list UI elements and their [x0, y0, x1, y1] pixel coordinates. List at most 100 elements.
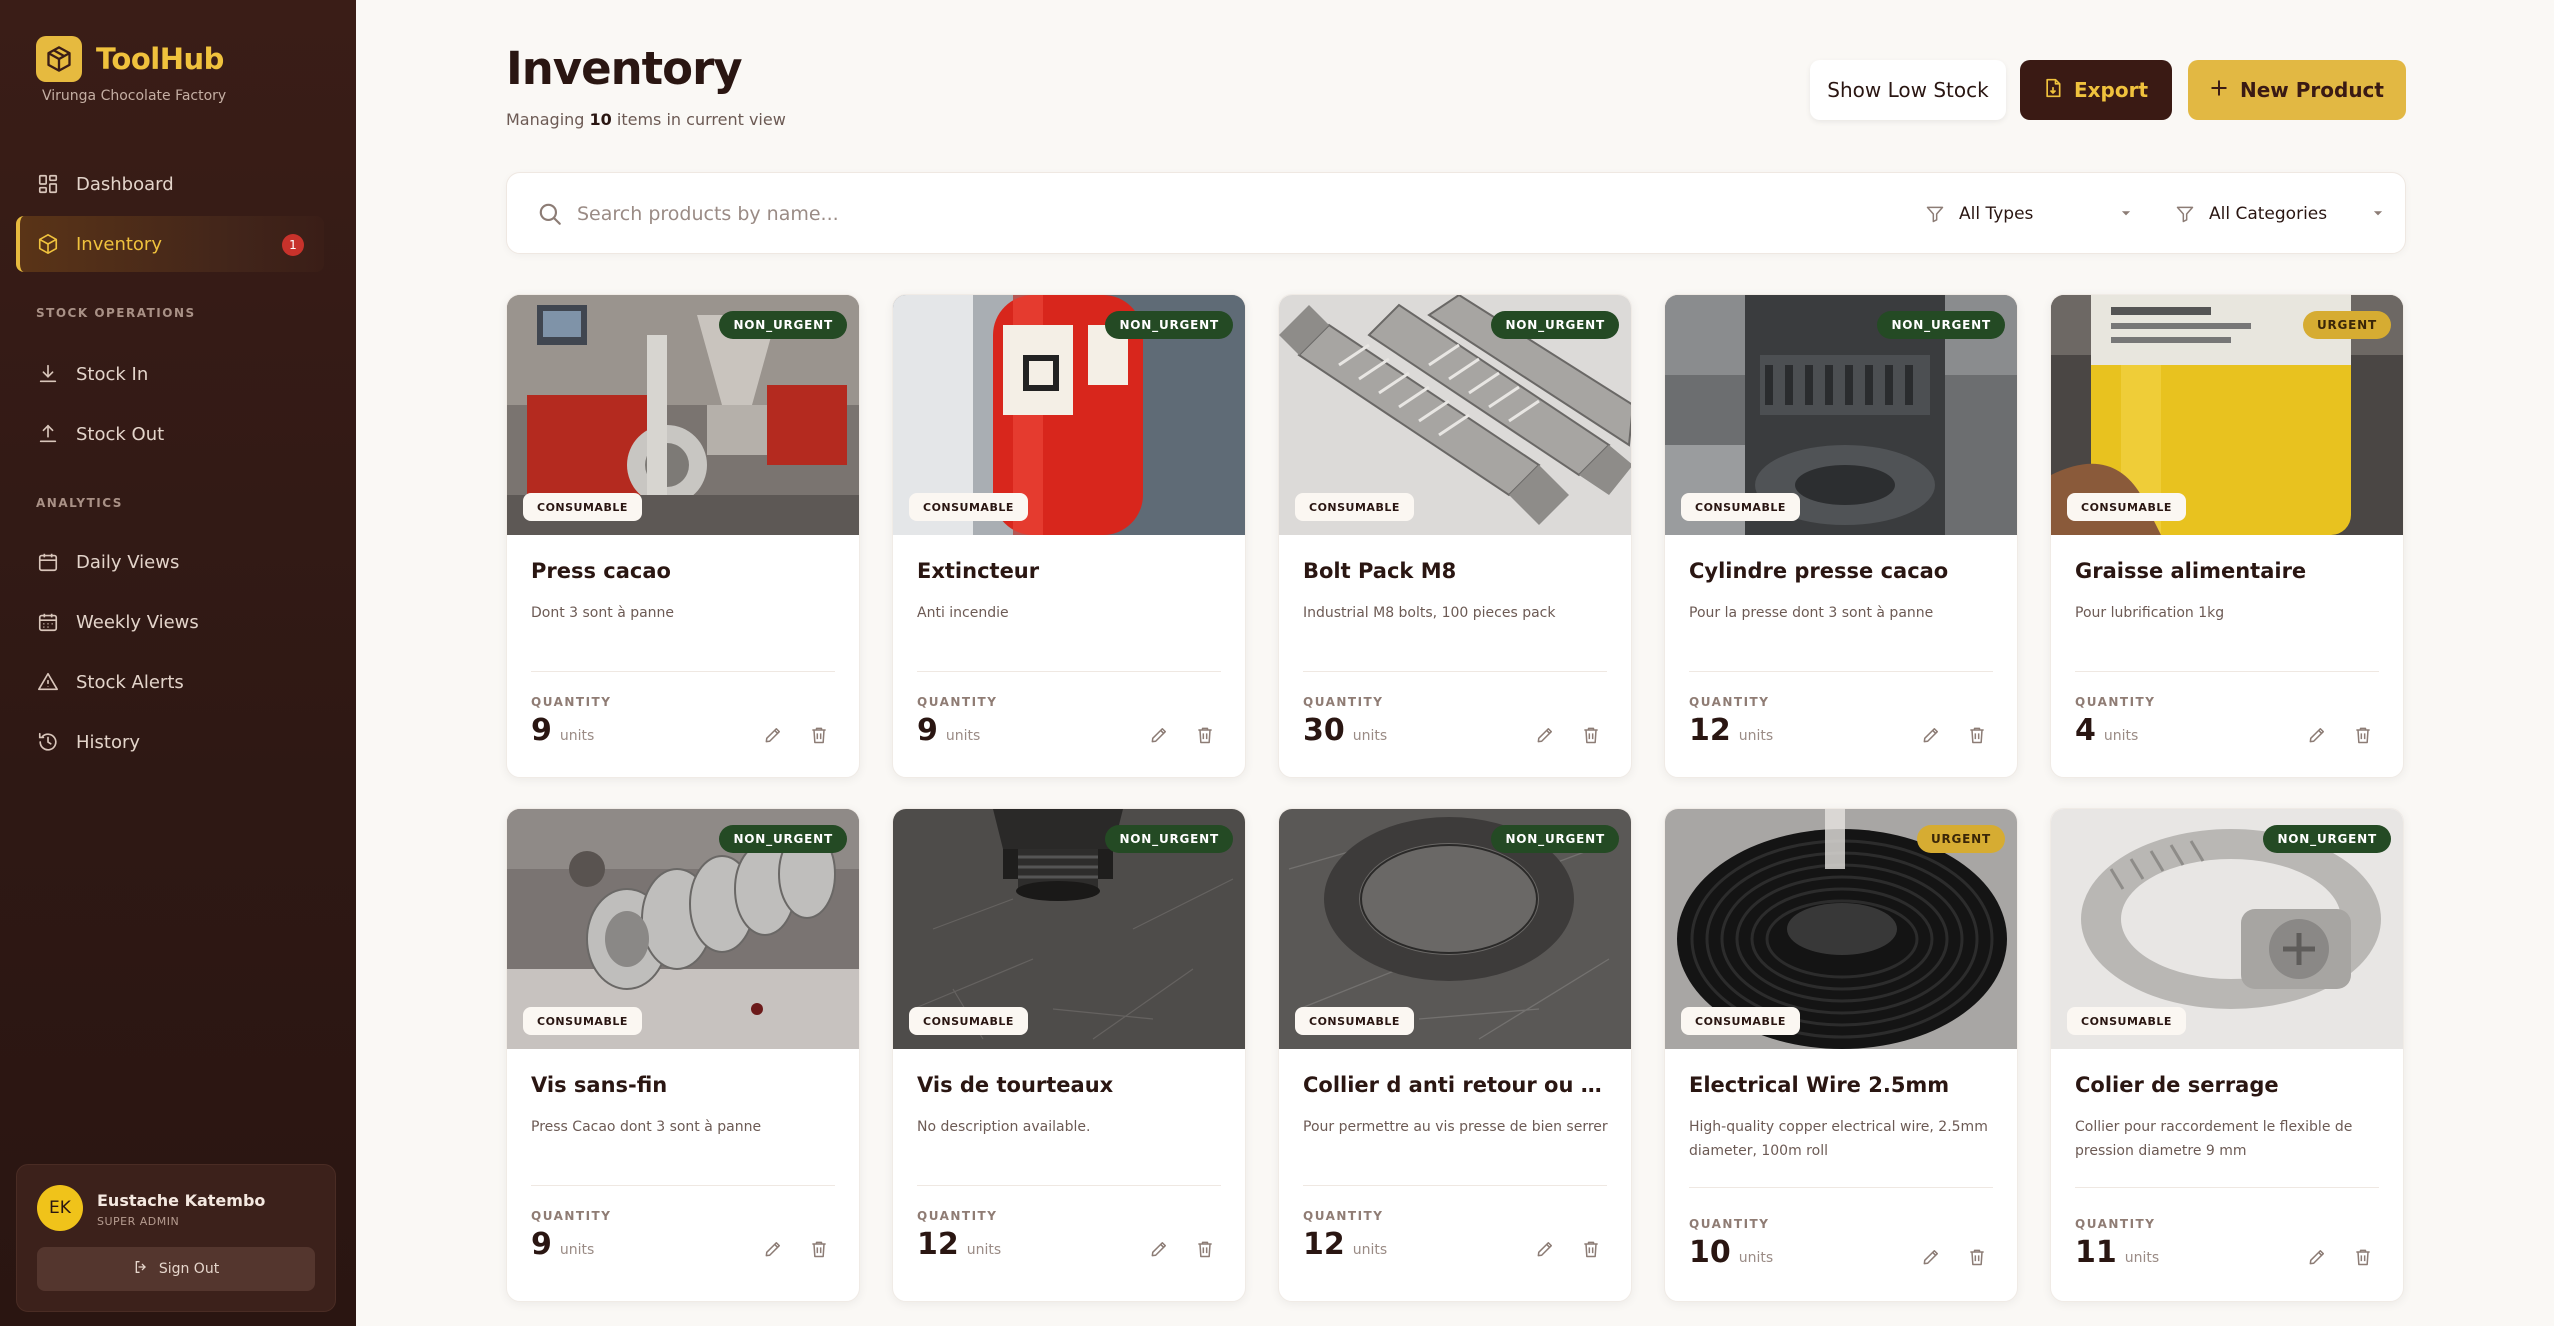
- product-image: NON_URGENT CONSUMABLE: [1279, 295, 1631, 535]
- edit-icon[interactable]: [2305, 1245, 2329, 1269]
- brand-subtitle: Virunga Chocolate Factory: [42, 88, 227, 104]
- card-divider: [917, 1185, 1221, 1186]
- quantity: 11 units: [2075, 1235, 2159, 1270]
- edit-icon[interactable]: [761, 1237, 785, 1261]
- sidebar-item-dashboard[interactable]: Dashboard: [16, 156, 324, 212]
- quantity-label: QUANTITY: [531, 1209, 612, 1223]
- sidebar-item-label: Stock Alerts: [76, 671, 184, 693]
- edit-icon[interactable]: [1147, 1237, 1171, 1261]
- chevron-down-icon: [2119, 205, 2133, 225]
- quantity: 12 units: [1303, 1227, 1387, 1262]
- edit-icon[interactable]: [761, 723, 785, 747]
- product-description: Anti incendie: [917, 605, 1009, 621]
- category-filter-select[interactable]: All Categories: [2175, 195, 2385, 233]
- product-card[interactable]: NON_URGENT CONSUMABLE Vis sans-fin Press…: [506, 808, 860, 1302]
- edit-icon[interactable]: [1919, 1245, 1943, 1269]
- card-divider: [2075, 1187, 2379, 1188]
- quantity-unit: units: [1738, 728, 1774, 744]
- sidebar-item-stock-out[interactable]: Stock Out: [16, 406, 324, 462]
- trash-icon[interactable]: [1193, 723, 1217, 747]
- product-name: Cylindre presse cacao: [1689, 559, 1949, 583]
- sidebar-item-weekly-views[interactable]: Weekly Views: [16, 594, 324, 650]
- sidebar-item-stock-alerts[interactable]: Stock Alerts: [16, 654, 324, 710]
- trash-icon[interactable]: [2351, 1245, 2375, 1269]
- trash-icon[interactable]: [1579, 1237, 1603, 1261]
- sidebar-item-label: Stock Out: [76, 423, 165, 445]
- sidebar-item-history[interactable]: History: [16, 714, 324, 770]
- product-card[interactable]: NON_URGENT CONSUMABLE Extincteur Anti in…: [892, 294, 1246, 778]
- trash-icon[interactable]: [1579, 723, 1603, 747]
- quantity-value: 9: [531, 1227, 552, 1262]
- avatar[interactable]: EK: [37, 1185, 83, 1231]
- card-divider: [1689, 671, 1993, 672]
- quantity-value: 10: [1689, 1235, 1731, 1270]
- new-product-button[interactable]: New Product: [2188, 60, 2406, 120]
- trash-icon[interactable]: [2351, 723, 2375, 747]
- quantity-unit: units: [1738, 1250, 1774, 1266]
- sidebar-item-stock-in[interactable]: Stock In: [16, 346, 324, 402]
- trash-icon[interactable]: [1965, 723, 1989, 747]
- user-name: Eustache Katembo: [97, 1191, 266, 1210]
- product-image: URGENT CONSUMABLE: [2051, 295, 2403, 535]
- quantity-label: QUANTITY: [531, 695, 612, 709]
- product-card[interactable]: URGENT CONSUMABLE Electrical Wire 2.5mm …: [1664, 808, 2018, 1302]
- product-description: High-quality copper electrical wire, 2.5…: [1689, 1119, 1988, 1159]
- product-name: Press cacao: [531, 559, 671, 583]
- trash-icon[interactable]: [807, 1237, 831, 1261]
- item-count: 10: [589, 110, 612, 129]
- edit-icon[interactable]: [1533, 1237, 1557, 1261]
- type-badge: CONSUMABLE: [1681, 1007, 1800, 1035]
- quantity-label: QUANTITY: [1689, 695, 1770, 709]
- quantity-label: QUANTITY: [1689, 1217, 1770, 1231]
- page-title: Inventory: [506, 42, 743, 95]
- product-card[interactable]: NON_URGENT CONSUMABLE Collier d anti ret…: [1278, 808, 1632, 1302]
- download-icon: [36, 362, 60, 386]
- product-description: Pour la presse dont 3 sont à panne: [1689, 605, 1934, 621]
- product-card[interactable]: NON_URGENT CONSUMABLE Press cacao Dont 3…: [506, 294, 860, 778]
- quantity-unit: units: [945, 728, 981, 744]
- quantity-value: 12: [1689, 713, 1731, 748]
- type-badge: CONSUMABLE: [909, 1007, 1028, 1035]
- inventory-alert-badge: 1: [282, 234, 304, 256]
- edit-icon[interactable]: [1147, 723, 1171, 747]
- export-button[interactable]: Export: [2020, 60, 2172, 120]
- product-card[interactable]: NON_URGENT CONSUMABLE Vis de tourteaux N…: [892, 808, 1246, 1302]
- quantity-value: 9: [531, 713, 552, 748]
- trash-icon[interactable]: [1965, 1245, 1989, 1269]
- filter-icon: [2175, 204, 2195, 224]
- quantity-unit: units: [1352, 728, 1388, 744]
- product-card[interactable]: NON_URGENT CONSUMABLE Bolt Pack M8 Indus…: [1278, 294, 1632, 778]
- quantity: 9 units: [531, 713, 594, 748]
- sidebar: ToolHub Virunga Chocolate Factory Dashbo…: [0, 0, 356, 1326]
- sidebar-item-inventory[interactable]: Inventory 1: [16, 216, 324, 272]
- trash-icon[interactable]: [807, 723, 831, 747]
- sidebar-item-label: Dashboard: [76, 173, 174, 195]
- type-filter-select[interactable]: All Types: [1925, 195, 2133, 233]
- edit-icon[interactable]: [2305, 723, 2329, 747]
- calendar-grid-icon: [36, 610, 60, 634]
- product-name: Collier d anti retour ou de...: [1303, 1073, 1613, 1097]
- card-divider: [2075, 671, 2379, 672]
- quantity-label: QUANTITY: [917, 695, 998, 709]
- sidebar-item-label: Weekly Views: [76, 611, 199, 633]
- product-card[interactable]: NON_URGENT CONSUMABLE Cylindre presse ca…: [1664, 294, 2018, 778]
- search-input[interactable]: [577, 195, 1577, 233]
- urgency-badge: URGENT: [2302, 311, 2391, 339]
- product-name: Extincteur: [917, 559, 1040, 583]
- sign-out-button[interactable]: Sign Out: [37, 1247, 315, 1291]
- product-image: NON_URGENT CONSUMABLE: [893, 295, 1245, 535]
- quantity-label: QUANTITY: [2075, 1217, 2156, 1231]
- quantity: 4 units: [2075, 713, 2138, 748]
- sign-out-label: Sign Out: [158, 1261, 220, 1277]
- plus-icon: [2210, 78, 2228, 102]
- product-card[interactable]: NON_URGENT CONSUMABLE Colier de serrage …: [2050, 808, 2404, 1302]
- urgency-badge: NON_URGENT: [719, 825, 847, 853]
- edit-icon[interactable]: [1919, 723, 1943, 747]
- edit-icon[interactable]: [1533, 723, 1557, 747]
- sidebar-item-daily-views[interactable]: Daily Views: [16, 534, 324, 590]
- product-name: Vis sans-fin: [531, 1073, 668, 1097]
- show-low-stock-button[interactable]: Show Low Stock: [1810, 60, 2006, 120]
- trash-icon[interactable]: [1193, 1237, 1217, 1261]
- product-card[interactable]: URGENT CONSUMABLE Graisse alimentaire Po…: [2050, 294, 2404, 778]
- quantity: 30 units: [1303, 713, 1387, 748]
